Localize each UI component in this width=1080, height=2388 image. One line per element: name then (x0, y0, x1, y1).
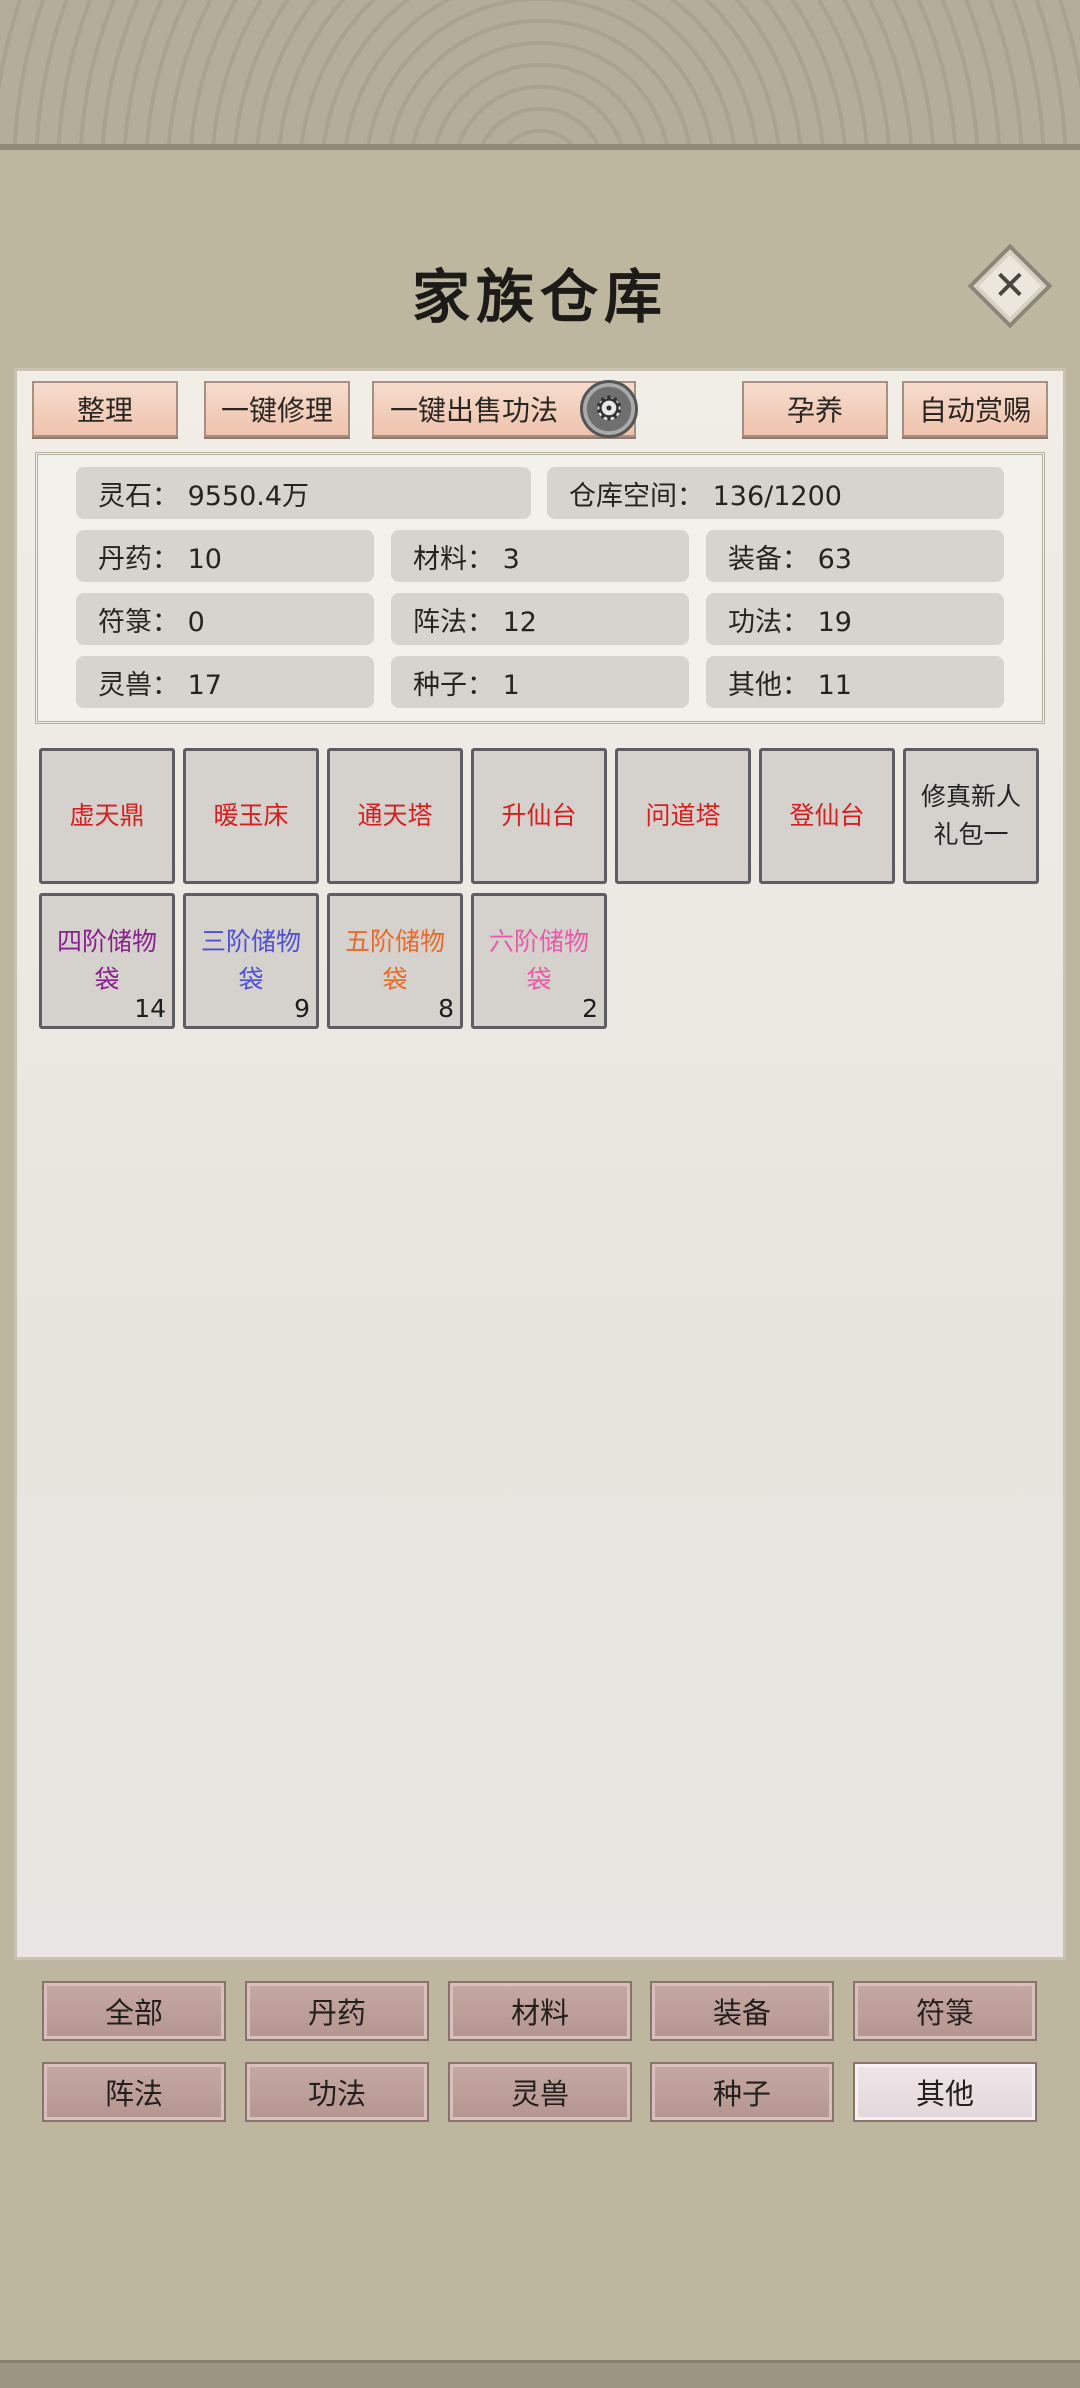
item-slot[interactable]: 虚天鼎 (39, 748, 175, 884)
item-name: 登仙台 (789, 801, 865, 830)
category-techniques[interactable]: 功法 (245, 2062, 429, 2122)
item-slot[interactable]: 暖玉床 (183, 748, 319, 884)
category-equipment[interactable]: 装备 (650, 1981, 834, 2041)
category-formations[interactable]: 阵法 (42, 2062, 226, 2122)
page-title: 家族仓库 (411, 263, 668, 331)
capacity-stat: 仓库空间： 136/1200 (547, 467, 1004, 519)
category-seeds[interactable]: 种子 (650, 2062, 834, 2122)
gear-icon[interactable]: ⚙ (580, 380, 638, 438)
others-stat: 其他： 11 (706, 656, 1004, 708)
item-name: 暖玉床 (213, 801, 289, 830)
formations-stat: 阵法： 12 (391, 593, 689, 645)
materials-stat: 材料： 3 (391, 530, 689, 582)
item-slot[interactable]: 六阶储物袋 2 (471, 893, 607, 1029)
item-slot[interactable]: 问道塔 (615, 748, 751, 884)
beasts-stat: 灵兽： 17 (76, 656, 374, 708)
sort-button[interactable]: 整理 (32, 381, 178, 437)
category-materials[interactable]: 材料 (448, 1981, 632, 2041)
item-name: 四阶储物袋 (56, 927, 157, 994)
talismans-stat: 符箓： 0 (76, 593, 374, 645)
bottom-edge (0, 2360, 1080, 2388)
item-count: 8 (438, 994, 454, 1023)
nurture-button[interactable]: 孕养 (742, 381, 888, 437)
item-slot[interactable]: 通天塔 (327, 748, 463, 884)
top-banner (0, 0, 1080, 150)
auto-reward-button[interactable]: 自动赏赐 (902, 381, 1048, 437)
techniques-stat: 功法： 19 (706, 593, 1004, 645)
close-icon: ✕ (993, 262, 1027, 309)
item-count: 2 (582, 994, 598, 1023)
item-name: 五阶储物袋 (344, 927, 445, 994)
category-others[interactable]: 其他 (853, 2062, 1037, 2122)
sell-techniques-label: 一键出售功法 (390, 394, 559, 427)
repair-all-button[interactable]: 一键修理 (204, 381, 350, 437)
item-count: 9 (294, 994, 310, 1023)
category-talismans[interactable]: 符箓 (853, 1981, 1037, 2041)
item-name: 六阶储物袋 (488, 927, 589, 994)
item-name: 虚天鼎 (69, 801, 145, 830)
item-name: 三阶储物袋 (200, 927, 301, 994)
item-slot[interactable]: 升仙台 (471, 748, 607, 884)
item-name: 问道塔 (645, 801, 721, 830)
item-name: 修真新人礼包一 (920, 782, 1021, 849)
item-slot[interactable]: 修真新人礼包一 (903, 748, 1039, 884)
seeds-stat: 种子： 1 (391, 656, 689, 708)
item-name: 升仙台 (501, 801, 577, 830)
equipment-stat: 装备： 63 (706, 530, 1004, 582)
item-count: 14 (134, 994, 166, 1023)
pills-stat: 丹药： 10 (76, 530, 374, 582)
category-all[interactable]: 全部 (42, 1981, 226, 2041)
item-slot[interactable]: 五阶储物袋 8 (327, 893, 463, 1029)
spirit-stone-stat: 灵石： 9550.4万 (76, 467, 531, 519)
category-pills[interactable]: 丹药 (245, 1981, 429, 2041)
item-slot[interactable]: 三阶储物袋 9 (183, 893, 319, 1029)
item-slot[interactable]: 登仙台 (759, 748, 895, 884)
item-slot[interactable]: 四阶储物袋 14 (39, 893, 175, 1029)
category-beasts[interactable]: 灵兽 (448, 2062, 632, 2122)
item-name: 通天塔 (357, 801, 433, 830)
